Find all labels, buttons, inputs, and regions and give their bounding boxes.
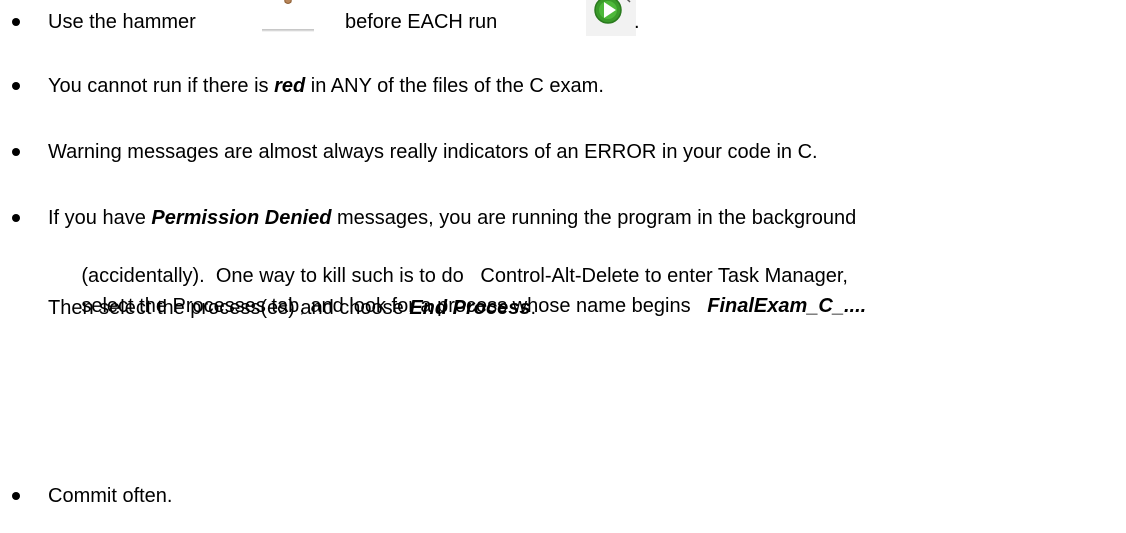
hammer-icon [260,0,316,34]
bullet-dot [12,148,20,156]
bullet-emphasis: Permission Denied [151,207,332,229]
bullet-text: Commit often. [48,485,173,507]
bullet-dot [12,492,20,500]
bullet-line: If you have Permission Denied messages, … [48,204,1122,232]
bullet-text: Use the hammer [48,11,196,33]
bullet-text: If you have [48,207,152,229]
bullet-emphasis: red [274,75,306,97]
bullet-text: . [530,297,537,319]
bullet-emphasis: End Process [409,297,531,319]
bullet-text: before EACH run [345,11,498,33]
run-icon [586,0,636,36]
bullet-line: Then select the process(es) and choose E… [48,294,1122,322]
bullet-text: Then select the process(es) and choose [48,297,410,319]
bullet-dot [12,82,20,90]
bullet-text: . [634,11,640,33]
bullet-text: in ANY of the files of the C exam. [305,75,604,97]
bullet-text: Warning messages are almost always reall… [48,141,818,163]
document-page: Use the hammer before EACH run . You can… [0,0,1126,533]
bullet-text: messages, you are running the program in… [331,207,857,229]
bullet-dot [12,18,20,26]
bullet-dot [12,214,20,222]
bullet-text: You cannot run if there is [48,75,275,97]
